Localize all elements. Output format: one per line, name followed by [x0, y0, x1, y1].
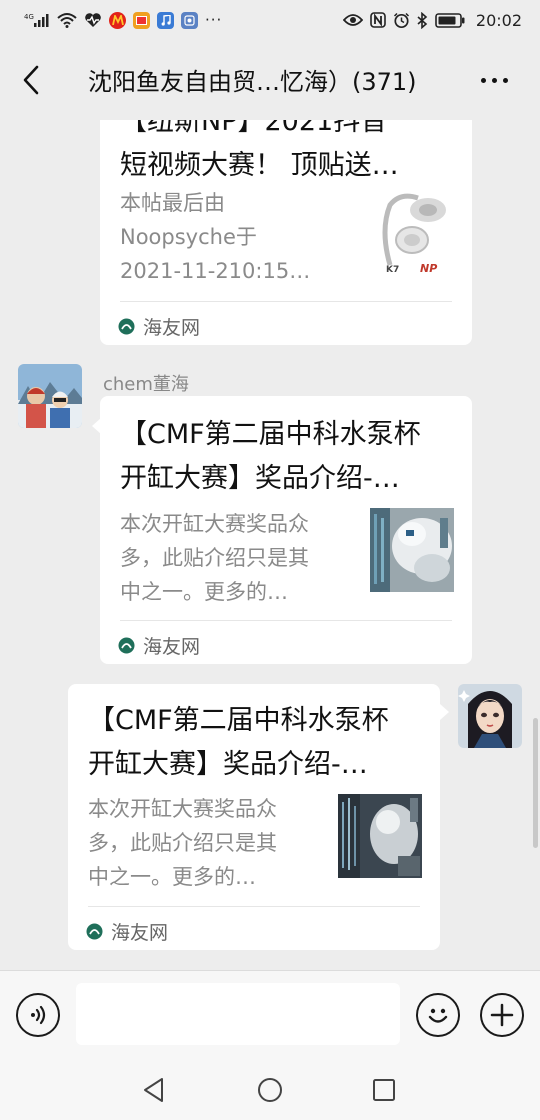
card-divider [120, 620, 452, 621]
emoji-icon [428, 1008, 448, 1023]
svg-text:4G: 4G [24, 13, 34, 21]
aquarium-tank-thumbnail [338, 794, 422, 878]
nav-back-button[interactable] [138, 1074, 170, 1106]
chat-messages[interactable]: 【纽斯NP】2021抖音 短视频大赛！ 顶贴送… 本帖最后由 Noopsyche… [0, 120, 540, 970]
svg-text:NP: NP [420, 262, 437, 275]
status-right: 20:02 [342, 10, 522, 30]
card-title: 【纽斯NP】2021抖音 短视频大赛！ 顶贴送… [120, 120, 399, 181]
scrollbar-thumb[interactable] [533, 718, 538, 848]
svg-text:K7: K7 [386, 265, 399, 275]
voice-input-icon [31, 1005, 46, 1025]
input-bar [0, 970, 540, 1060]
card-divider [88, 906, 420, 907]
chat-header: 沈阳鱼友自由贸…忆海）(371) [0, 40, 540, 120]
bluetooth-icon [417, 11, 428, 29]
link-card-message[interactable]: 【CMF第二届中科水泵杯 开缸大赛】奖品介绍-… 本次开缸大赛奖品众 多，此贴介… [68, 684, 440, 950]
status-left: 4G ··· [24, 11, 222, 29]
message-input[interactable] [76, 983, 400, 1045]
system-nav-bar [0, 1060, 540, 1120]
nfc-icon [370, 12, 386, 28]
card-source: 海友网 [86, 918, 168, 945]
back-arrow-icon [23, 65, 39, 95]
back-button[interactable] [14, 62, 50, 98]
chat-title: 沈阳鱼友自由贸…忆海）(371) [88, 68, 417, 96]
mcdonalds-icon [109, 11, 126, 29]
haiyou-logo-icon [118, 637, 135, 654]
plus-icon [490, 1003, 514, 1027]
mail-app-icon [133, 11, 150, 29]
more-button[interactable] [470, 62, 518, 98]
card-title: 【CMF第二届中科水泵杯 开缸大赛】奖品介绍-… [120, 419, 421, 494]
wifi-icon [57, 12, 77, 28]
nav-recents-icon [373, 1079, 395, 1101]
card-source: 海友网 [118, 313, 200, 340]
sender-name: chem董海 [103, 374, 189, 395]
eye-icon [342, 13, 363, 27]
signal-icon: 4G [24, 12, 50, 28]
link-card-message[interactable]: 【纽斯NP】2021抖音 短视频大赛！ 顶贴送… 本帖最后由 Noopsyche… [100, 120, 472, 345]
aquarium-tank-thumbnail [370, 508, 454, 592]
aquarium-lamp-thumbnail: K7 NP [370, 190, 452, 280]
alarm-icon [393, 12, 410, 29]
music-app-icon [157, 11, 174, 29]
card-divider [120, 301, 452, 302]
haiyou-logo-icon [86, 923, 103, 940]
bubble-tail [440, 704, 449, 720]
card-description: 本次开缸大赛奖品众 多，此贴介绍只是其 中之一。更多的… [120, 512, 309, 604]
nav-recents-button[interactable] [368, 1074, 400, 1106]
plus-button[interactable] [480, 993, 524, 1037]
status-bar: 4G ··· 20:02 [0, 0, 540, 40]
card-source: 海友网 [118, 632, 200, 659]
emoji-button[interactable] [416, 993, 460, 1037]
battery-icon [435, 12, 465, 28]
status-time: 20:02 [475, 10, 522, 30]
haiyou-logo-icon [118, 318, 135, 335]
store-app-icon [181, 11, 198, 29]
overflow-dots-icon: ··· [205, 11, 223, 29]
nav-home-icon [258, 1078, 282, 1102]
more-dots-icon [480, 77, 486, 83]
card-description: 本帖最后由 Noopsyche于 2021-11-210:15… [120, 191, 311, 283]
card-description: 本次开缸大赛奖品众 多，此贴介绍只是其 中之一。更多的… [88, 797, 277, 889]
skiers-avatar[interactable] [18, 364, 82, 428]
card-title: 【CMF第二届中科水泵杯 开缸大赛】奖品介绍-… [88, 705, 389, 780]
link-card-message[interactable]: 【CMF第二届中科水泵杯 开缸大赛】奖品介绍-… 本次开缸大赛奖品众 多，此贴介… [100, 396, 472, 664]
anime-girl-avatar[interactable] [458, 684, 522, 748]
nav-home-button[interactable] [254, 1074, 286, 1106]
health-icon [84, 12, 102, 28]
voice-button[interactable] [16, 993, 60, 1037]
nav-back-icon [144, 1078, 163, 1102]
